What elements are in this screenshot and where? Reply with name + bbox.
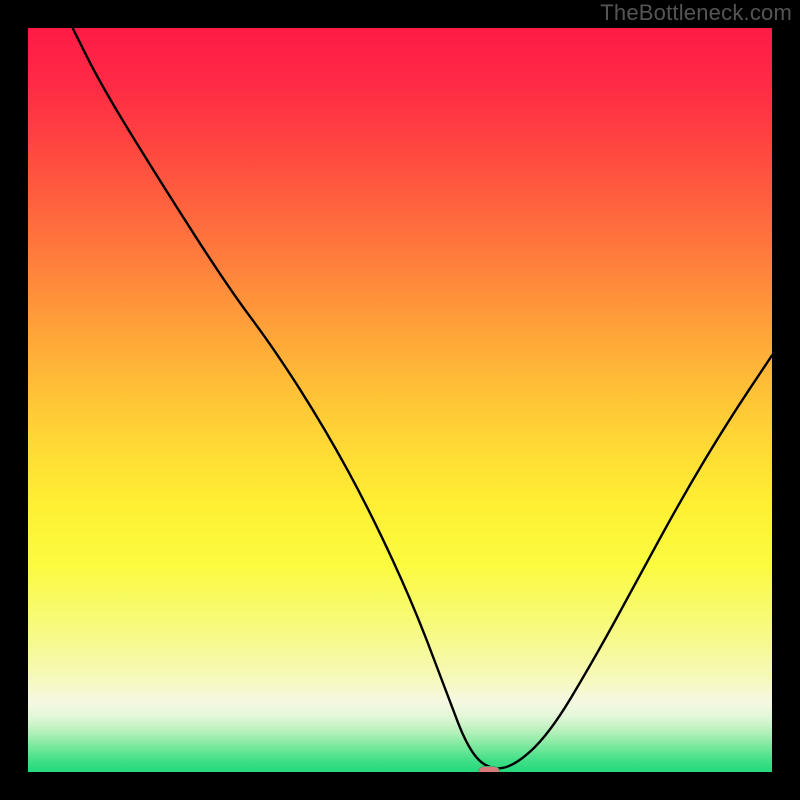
gradient-background	[28, 28, 772, 772]
plot-area	[28, 28, 772, 772]
chart-frame: TheBottleneck.com	[0, 0, 800, 800]
optimal-point-marker	[478, 766, 500, 772]
watermark-text: TheBottleneck.com	[600, 0, 792, 26]
plot-svg	[28, 28, 772, 772]
